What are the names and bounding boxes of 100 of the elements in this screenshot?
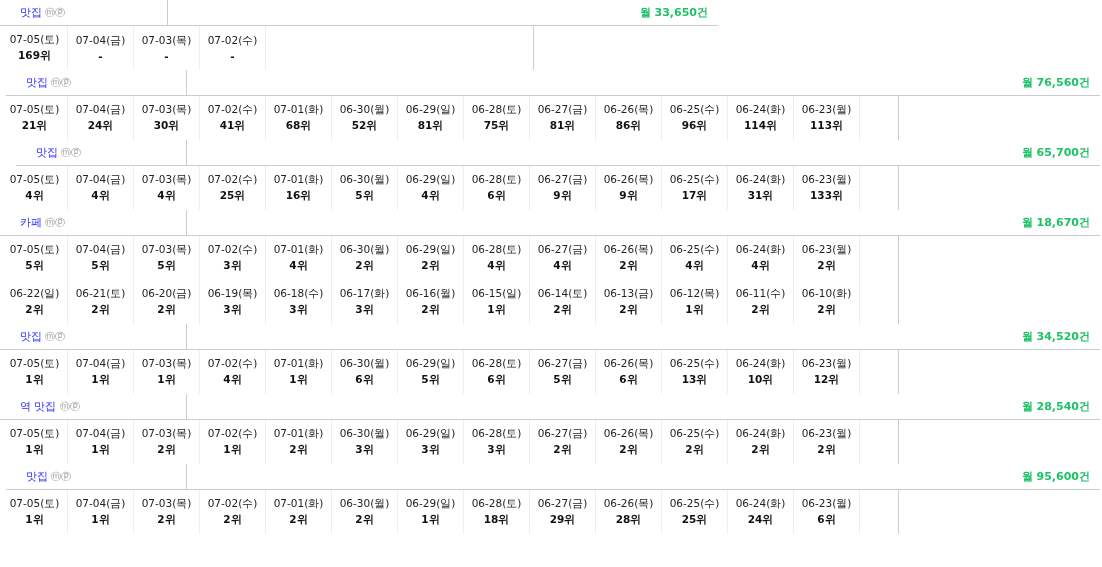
date-label: 06-27(금) [537,427,588,441]
date-label: 06-11(수) [735,287,786,301]
rank-value: 17위 [681,189,708,203]
date-label: 07-02(수) [207,103,258,117]
rank-value: 2위 [817,259,836,273]
rank-value: 2위 [25,303,44,317]
date-label: 07-04(금) [75,103,126,117]
date-label: 07-01(화) [273,103,324,117]
date-label: 07-02(수) [207,497,258,511]
rank-value: 2위 [223,513,242,527]
rank-value: 31위 [747,189,774,203]
date-label: 07-01(화) [273,497,324,511]
keyword-label[interactable]: 역 맛집 [20,399,57,414]
mobile-pc-badges: ⓜⓟ [45,329,65,344]
date-label: 06-26(목) [603,243,654,257]
rank-value: 6위 [817,513,836,527]
date-label: 07-04(금) [75,34,126,48]
date-label: 07-05(토) [9,103,60,117]
rank-value: 3위 [487,443,506,457]
rank-value: 96위 [681,119,708,133]
date-label: 06-23(월) [801,497,852,511]
date-label: 07-02(수) [207,173,258,187]
rank-value: 3위 [289,303,308,317]
rank-value: 86위 [615,119,642,133]
date-label: 06-29(일) [405,103,456,117]
date-label: 06-28(토) [471,173,522,187]
rank-value: 114위 [744,119,777,133]
date-label: 07-05(토) [9,33,60,47]
rank-value: 2위 [751,303,770,317]
date-label: 07-05(토) [9,173,60,187]
rank-value: 5위 [421,373,440,387]
keyword-label[interactable]: 맛집 [26,469,48,484]
rank-value: 2위 [289,513,308,527]
date-label: 06-24(화) [735,243,786,257]
rank-value: 10위 [747,373,774,387]
date-label: 06-27(금) [537,103,588,117]
mobile-pc-badges: ⓜⓟ [51,469,71,484]
date-label: 06-30(월) [339,497,390,511]
rank-value: 25위 [219,189,246,203]
rank-value: 18위 [483,513,510,527]
rank-value: 1위 [487,303,506,317]
rank-value: - [98,50,103,62]
date-label: 06-28(토) [471,103,522,117]
rank-value: 3위 [355,443,374,457]
monthly-search-count: 월 95,600건 [1021,469,1091,484]
date-label: 06-25(수) [669,427,720,441]
date-label: 06-24(화) [735,357,786,371]
rank-value: 2위 [421,303,440,317]
date-label: 06-22(일) [9,287,60,301]
date-label: 06-25(수) [669,173,720,187]
mobile-pc-badges: ⓜⓟ [61,145,81,160]
date-label: 07-01(화) [273,173,324,187]
keyword-label[interactable]: 맛집 [36,145,58,160]
rank-value: 6위 [355,373,374,387]
date-label: 07-03(목) [141,357,192,371]
mobile-pc-badges: ⓜⓟ [59,399,80,414]
rank-value: 24위 [87,119,114,133]
keyword-label[interactable]: 맛집 [20,329,42,344]
rank-value: 13위 [681,373,708,387]
rank-value: 4위 [91,189,110,203]
rank-value: 6위 [619,373,638,387]
keyword-label[interactable]: 맛집 [26,75,48,90]
rank-value: 2위 [619,303,638,317]
rank-value: 5위 [355,189,374,203]
keyword-label[interactable]: 맛집 [20,5,42,20]
monthly-search-count: 월 28,540건 [1021,399,1091,414]
date-label: 06-27(금) [537,243,588,257]
rank-value: 3위 [223,303,242,317]
date-label: 06-26(목) [603,173,654,187]
date-label: 06-23(월) [801,243,852,257]
date-label: 07-01(화) [273,243,324,257]
rank-value: 3위 [223,259,242,273]
keyword-label[interactable]: 카페 [20,215,42,230]
rank-value: 52위 [351,119,378,133]
date-label: 06-27(금) [537,173,588,187]
rank-value: 29위 [549,513,576,527]
date-label: 07-05(토) [9,243,60,257]
date-label: 06-28(토) [471,243,522,257]
rank-value: 2위 [421,259,440,273]
date-label: 07-03(목) [141,427,192,441]
rank-value: 1위 [289,373,308,387]
rank-value: 2위 [817,303,836,317]
date-label: 06-25(수) [669,243,720,257]
rank-value: 16위 [285,189,312,203]
rank-value: 1위 [157,373,176,387]
rank-value: 2위 [817,443,836,457]
date-label: 07-04(금) [75,357,126,371]
monthly-search-count: 월 34,520건 [1021,329,1091,344]
rank-value: 9위 [553,189,572,203]
date-label: 06-29(일) [405,243,456,257]
date-label: 06-26(목) [603,357,654,371]
date-label: 07-04(금) [75,497,126,511]
date-label: 07-05(토) [9,497,60,511]
date-label: 06-30(월) [339,173,390,187]
rank-value: 6위 [487,373,506,387]
rank-value: 2위 [619,259,638,273]
date-label: 06-29(일) [405,497,456,511]
rank-value: 5위 [157,259,176,273]
date-label: 06-15(일) [471,287,522,301]
date-label: 06-13(금) [603,287,654,301]
